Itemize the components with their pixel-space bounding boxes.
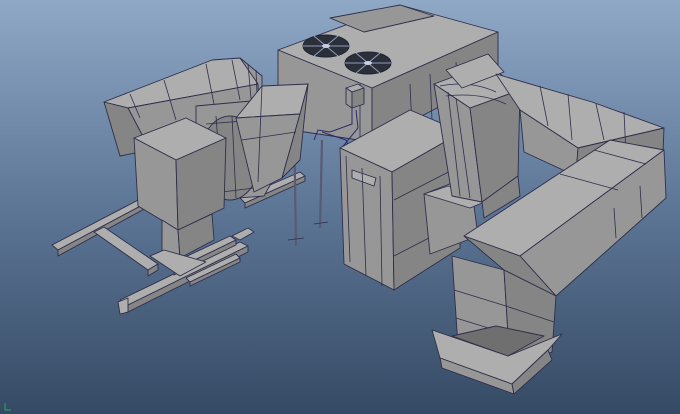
condenser-fan-2[interactable] (344, 51, 392, 75)
3d-viewport[interactable] (0, 0, 680, 414)
axis-gizmo-icon (4, 403, 11, 411)
condenser-fan-1[interactable] (302, 34, 350, 58)
hvac-scene[interactable] (0, 0, 680, 414)
